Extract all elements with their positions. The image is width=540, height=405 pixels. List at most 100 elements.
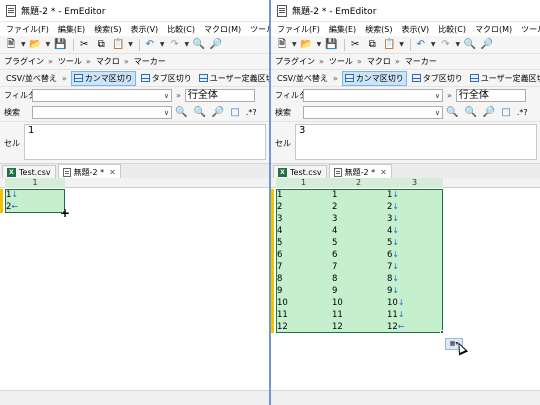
fill-handle-icon[interactable] [440,330,444,334]
table-cell[interactable]: 3 [331,213,386,225]
csv-mode-button[interactable]: CSV/並べ替え [275,72,330,85]
new-file-icon[interactable]: 🗎 [4,38,18,52]
table-cell[interactable]: 6 [276,249,331,261]
table-cell[interactable]: 2 [276,201,331,213]
regex-toggle[interactable]: .*? [246,108,257,117]
open-folder-icon[interactable]: 📂 [29,38,43,52]
column-header-cell[interactable]: 1 [5,178,65,188]
chevron-icon[interactable]: » [395,57,400,66]
toolbar-group-label[interactable]: マーカー [134,56,166,67]
find-prev-icon[interactable]: 🔍 [446,107,458,118]
toolbar-group-label[interactable]: マクロ [367,56,391,67]
menu-item[interactable]: 編集(E) [329,24,356,35]
filter-scope-select[interactable]: 行全体 [455,89,526,102]
table-cell[interactable]: 8↓ [386,273,443,285]
redo-icon[interactable]: ↷ [168,38,182,52]
highlight-icon[interactable]: 🔎 [483,107,495,118]
menu-item[interactable]: マクロ(M) [475,24,512,35]
find-next-icon[interactable]: 🔍 [464,107,476,118]
table-cell[interactable]: 2 [331,201,386,213]
paste-icon[interactable]: 📋 [382,38,396,52]
dropdown-icon[interactable]: ∨ [164,90,169,102]
find-prev-icon[interactable]: 🔍 [175,107,187,118]
menu-item[interactable]: 比較(C) [167,24,195,35]
find-icon[interactable]: 🔍 [192,38,206,52]
table-cell[interactable]: 6 [331,249,386,261]
dropdown-icon[interactable]: ∨ [435,107,440,119]
filter-scope-select[interactable]: 行全体 [184,89,255,102]
filter-input[interactable]: ∨ [303,89,443,102]
tab-test-csv[interactable]: X Test.csv [273,165,327,179]
toolbar-group-label[interactable]: ツール [329,56,353,67]
table-cell[interactable]: 6↓ [386,249,443,261]
table-cell[interactable]: 9 [331,285,386,297]
table-cell[interactable]: 11 [331,309,386,321]
undo-icon[interactable]: ↶ [143,38,157,52]
csv-editor[interactable]: 1 2 3 1 1 1↓ 2 2 2↓ 3 3 3↓ 4 4 4↓ 5 5 5↓ 6 6 6↓ 7 7 7↓ 8 8 8↓ 9 9 9↓ 1… [271,178,540,390]
table-cell[interactable]: 7 [276,261,331,273]
chevron-icon[interactable]: » [48,57,53,66]
toolbar-group-label[interactable]: ツール [58,56,82,67]
table-cell[interactable]: 12← [386,321,443,333]
undo-icon[interactable]: ↶ [414,38,428,52]
table-cell[interactable]: 1↓ [5,189,65,201]
chevron-icon[interactable]: » [176,91,181,100]
table-cell[interactable]: 5 [276,237,331,249]
csv-mode-button[interactable]: ユーザー定義区切り [197,72,269,85]
menu-item[interactable]: 検索(S) [365,24,392,35]
column-header-cell[interactable]: 3 [386,178,443,188]
replace-icon[interactable]: 🔎 [209,38,223,52]
filter-input[interactable]: ∨ [32,89,172,102]
chevron-icon[interactable]: » [62,74,67,83]
tab-test-csv[interactable]: X Test.csv [2,165,56,179]
replace-icon[interactable]: 🔎 [480,38,494,52]
close-icon[interactable]: ✕ [380,168,387,177]
search-options-icon[interactable]: □ [501,107,510,118]
menu-item[interactable]: 比較(C) [438,24,466,35]
close-icon[interactable]: ✕ [109,168,116,177]
save-icon[interactable]: 💾 [53,38,67,52]
dropdown-icon[interactable]: ∨ [164,107,169,119]
search-input[interactable]: ∨ [32,106,172,119]
chevron-icon[interactable]: » [357,57,362,66]
menu-item[interactable]: 編集(E) [58,24,85,35]
table-cell[interactable]: 4 [276,225,331,237]
toolbar-group-label[interactable]: マーカー [405,56,437,67]
chevron-icon[interactable]: » [319,57,324,66]
toolbar-group-label[interactable]: プラグイン [4,56,44,67]
tab-untitled-2[interactable]: 無題-2 * ✕ [328,164,392,179]
table-cell[interactable]: 4 [331,225,386,237]
table-cell[interactable]: 5↓ [386,237,443,249]
find-icon[interactable]: 🔍 [463,38,477,52]
toolbar-group-label[interactable]: プラグイン [275,56,315,67]
table-cell[interactable]: 10 [276,297,331,309]
menu-item[interactable]: ファイル(F) [277,24,320,35]
search-options-icon[interactable]: □ [230,107,239,118]
table-cell[interactable]: 3 [276,213,331,225]
chevron-icon[interactable]: » [86,57,91,66]
table-cell[interactable]: 9 [276,285,331,297]
menu-item[interactable]: ツール(T) [521,24,540,35]
table-cell[interactable]: 9↓ [386,285,443,297]
chevron-icon[interactable]: » [124,57,129,66]
table-cell[interactable]: 4↓ [386,225,443,237]
cell-value-input[interactable]: 3 [295,124,537,160]
chevron-icon[interactable]: » [333,74,338,83]
csv-mode-button[interactable]: タブ区切り [410,72,465,85]
csv-mode-button[interactable]: カンマ区切り [70,70,136,86]
table-cell[interactable]: 12 [331,321,386,333]
redo-icon[interactable]: ↷ [439,38,453,52]
csv-mode-button[interactable]: カンマ区切り [341,70,407,86]
table-cell[interactable]: 10↓ [386,297,443,309]
column-header-cell[interactable]: 1 [276,178,331,188]
new-file-icon[interactable]: 🗎 [275,38,289,52]
paste-icon[interactable]: 📋 [111,38,125,52]
menu-item[interactable]: ツール(T) [250,24,269,35]
table-cell[interactable]: 8 [331,273,386,285]
column-header-cell[interactable]: 2 [331,178,386,188]
highlight-icon[interactable]: 🔎 [212,107,224,118]
table-cell[interactable]: 5 [331,237,386,249]
table-cell[interactable]: 7↓ [386,261,443,273]
table-cell[interactable]: 3↓ [386,213,443,225]
table-cell[interactable]: 10 [331,297,386,309]
